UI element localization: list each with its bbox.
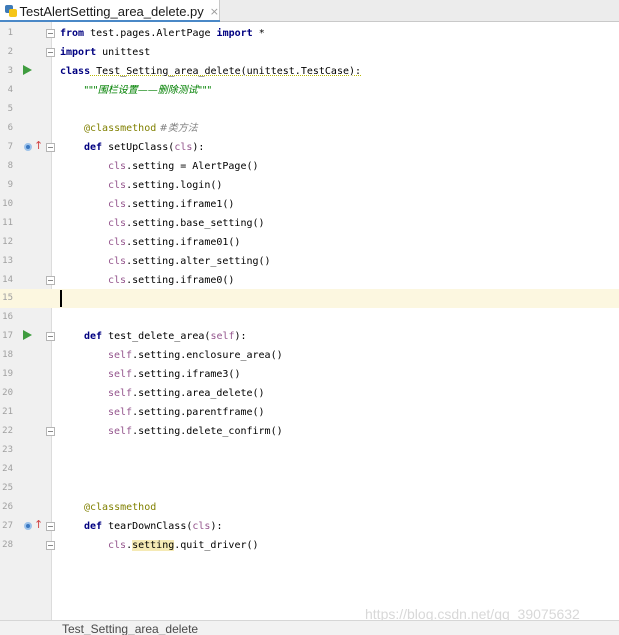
code-text: import unittest [60,47,151,58]
line-number: 16 [2,312,13,322]
code-line: 20 self.setting.area_delete() [0,384,619,403]
fold-marker-icon[interactable] [46,522,55,531]
line-number: 21 [2,407,13,417]
code-line: 1 from test.pages.AlertPage import * [0,24,619,43]
code-line: 27 ↑ def tearDownClass(cls): [0,517,619,536]
line-number: 7 [7,142,13,152]
close-tab-icon[interactable]: × [210,5,219,18]
breadcrumb-bar: Test_Setting_area_delete [0,620,619,635]
code-text: self.setting.delete_confirm() [108,426,283,437]
line-number: 13 [2,256,13,266]
line-number: 6 [7,123,13,133]
code-line: 8 cls.setting = AlertPage() [0,157,619,176]
code-text: self.setting.iframe3() [108,369,241,380]
breadcrumb[interactable]: Test_Setting_area_delete [62,622,198,635]
line-number: 28 [2,540,13,550]
code-text: @classmethod #类方法 [84,123,198,134]
code-line: 4 """围栏设置——删除测试""" [0,81,619,100]
code-text: class Test_Setting_area_delete(unittest.… [60,66,362,77]
code-line: 26 @classmethod [0,498,619,517]
code-line: 9 cls.setting.login() [0,176,619,195]
fold-marker-icon[interactable] [46,276,55,285]
code-line: 19 self.setting.iframe3() [0,365,619,384]
code-line: 12 cls.setting.iframe01() [0,233,619,252]
fold-marker-icon[interactable] [46,29,55,38]
code-text: cls.setting = AlertPage() [108,161,259,172]
file-tab[interactable]: TestAlertSetting_area_delete.py × [0,0,220,22]
code-line: 25 [0,479,619,498]
code-text: def tearDownClass(cls): [84,521,223,532]
line-number: 27 [2,521,13,531]
fold-marker-icon[interactable] [46,541,55,550]
fold-marker-icon[interactable] [46,48,55,57]
code-text: self.setting.area_delete() [108,388,265,399]
fold-marker-icon[interactable] [46,427,55,436]
line-number: 12 [2,237,13,247]
code-line: 3 class Test_Setting_area_delete(unittes… [0,62,619,81]
code-line: 2 import unittest [0,43,619,62]
code-line: 17 def test_delete_area(self): [0,327,619,346]
line-number: 8 [7,161,13,171]
run-gutter-icon[interactable] [23,65,32,75]
line-number: 18 [2,350,13,360]
current-line[interactable]: 15 [0,289,619,308]
line-number: 4 [7,85,13,95]
code-text: self.setting.parentframe() [108,407,265,418]
line-number: 25 [2,483,13,493]
line-number: 10 [2,199,13,209]
editor-tab-bar: TestAlertSetting_area_delete.py × [0,0,619,22]
code-text: from test.pages.AlertPage import * [60,28,265,39]
line-number: 24 [2,464,13,474]
code-text: @classmethod [84,502,157,513]
code-line: 24 [0,460,619,479]
line-number: 19 [2,369,13,379]
code-line: 11 cls.setting.base_setting() [0,214,619,233]
code-text: cls.setting.base_setting() [108,218,265,229]
line-number: 3 [7,66,13,76]
line-number: 22 [2,426,13,436]
code-text: def test_delete_area(self): [84,331,247,342]
docstring: """围栏设置——删除测试""" [84,85,212,96]
code-line: 5 [0,100,619,119]
run-gutter-icon[interactable] [23,330,32,340]
code-line: 13 cls.setting.alter_setting() [0,252,619,271]
code-line: 6 @classmethod #类方法 [0,119,619,138]
code-line: 22 self.setting.delete_confirm() [0,422,619,441]
code-text: self.setting.enclosure_area() [108,350,283,361]
code-text: cls.setting.quit_driver() [108,540,259,551]
line-number: 20 [2,388,13,398]
fold-marker-icon[interactable] [46,143,55,152]
code-line: 14 cls.setting.iframe0() [0,271,619,290]
code-line: 18 self.setting.enclosure_area() [0,346,619,365]
line-number: 5 [7,104,13,114]
code-text: cls.setting.iframe0() [108,275,235,286]
file-tab-label: TestAlertSetting_area_delete.py [19,3,204,19]
line-number: 15 [2,293,13,303]
line-number: 14 [2,275,13,285]
line-number: 26 [2,502,13,512]
code-line: 10 cls.setting.iframe1() [0,195,619,214]
code-line: 16 [0,308,619,327]
line-number: 1 [7,28,13,38]
code-line: 23 [0,441,619,460]
text-caret [60,290,62,307]
code-text: cls.setting.login() [108,180,223,191]
line-number: 23 [2,445,13,455]
code-line: 7 ↑ def setUpClass(cls): [0,138,619,157]
code-line: 28 cls.setting.quit_driver() [0,536,619,555]
line-number: 11 [2,218,13,228]
line-number: 2 [7,47,13,57]
overriding-method-icon[interactable]: ↑ [24,140,43,153]
code-text: def setUpClass(cls): [84,142,205,153]
code-text: cls.setting.iframe01() [108,237,241,248]
line-number: 9 [7,180,13,190]
overriding-method-icon[interactable]: ↑ [24,519,43,532]
code-line: 21 self.setting.parentframe() [0,403,619,422]
fold-marker-icon[interactable] [46,332,55,341]
line-number: 17 [2,331,13,341]
python-file-icon [4,4,17,18]
code-text: cls.setting.alter_setting() [108,256,271,267]
code-text: cls.setting.iframe1() [108,199,235,210]
